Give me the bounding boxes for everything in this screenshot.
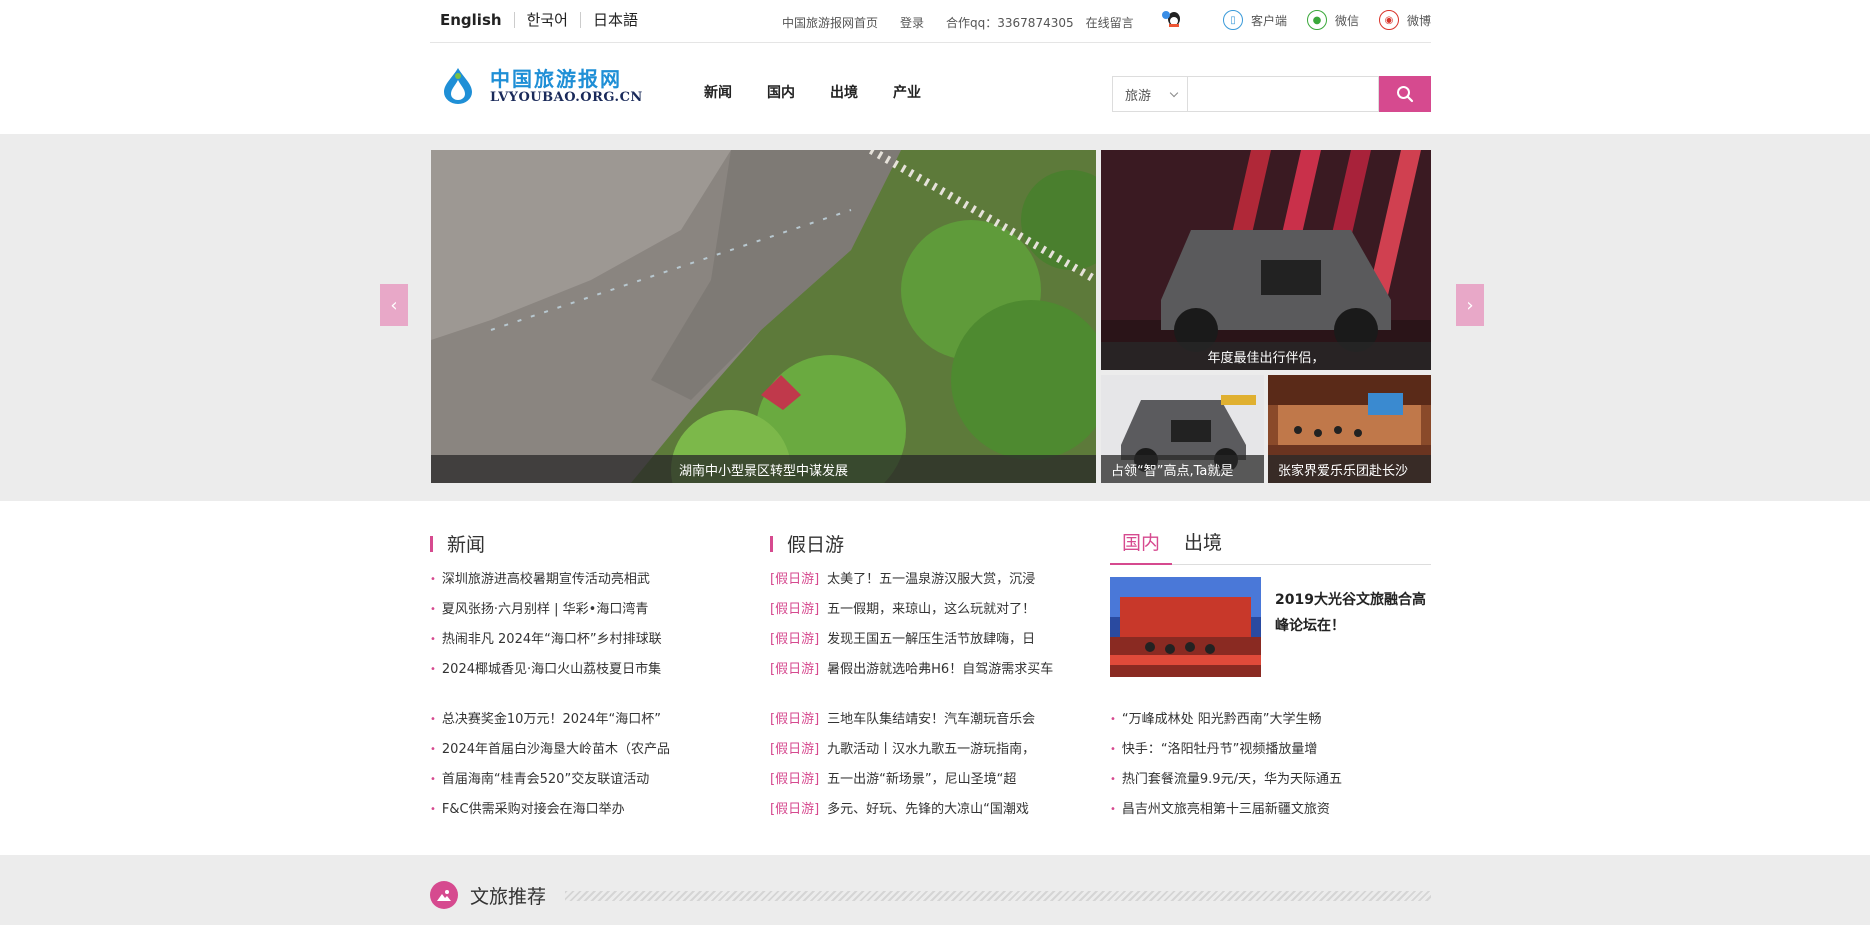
list-item[interactable]: [假日游] 五一出游“新场景”，尼山圣境“超 bbox=[770, 770, 1080, 800]
list-item[interactable]: • F&C供需采购对接会在海口举办 bbox=[430, 800, 730, 830]
list-item[interactable]: • 昌吉州文旅亮相第十三届新疆文旅资 bbox=[1110, 800, 1431, 830]
wechat-icon: ● bbox=[1306, 10, 1327, 30]
search-button[interactable] bbox=[1379, 76, 1431, 112]
hatch-divider bbox=[565, 891, 1431, 901]
holiday-title-text: 假日游 bbox=[787, 534, 845, 556]
side-slide-bottom-right-caption: 张家界爱乐乐团赴长沙 bbox=[1268, 455, 1431, 483]
list-item[interactable]: • 快手：“洛阳牡丹节”视频播放量增 bbox=[1110, 740, 1431, 770]
carousel-next-button[interactable]: › bbox=[1456, 284, 1484, 326]
list-item[interactable]: • 总决赛奖金10万元！2024年“海口杯” bbox=[430, 710, 730, 740]
list-item[interactable]: • “万峰成林处 阳光黔西南”大学生畅 bbox=[1110, 710, 1431, 740]
main-slide-caption: 湖南中小型景区转型中谋发展 bbox=[431, 455, 1096, 483]
news-list-1: • 深圳旅游进高校暑期宣传活动亮相武 • 夏风张扬·六月别样 | 华彩•海口湾青 •… bbox=[430, 570, 730, 690]
lang-korean[interactable]: 한국어 bbox=[513, 12, 580, 28]
lang-japanese[interactable]: 日本語 bbox=[579, 12, 650, 28]
online-message-link[interactable]: 在线留言 bbox=[1086, 14, 1134, 31]
news-section-title[interactable]: 新闻 bbox=[430, 530, 485, 557]
cliff-photo bbox=[431, 150, 1096, 483]
list-item[interactable]: [假日游] 多元、好玩、先锋的大凉山“国潮戏 bbox=[770, 800, 1080, 830]
tab-outbound[interactable]: 出境 bbox=[1172, 528, 1234, 565]
client-link[interactable]: ▯ 客户端 bbox=[1222, 10, 1287, 30]
news-list-2: • 总决赛奖金10万元！2024年“海口杯” • 2024年首届白沙海垦大岭苗木（农… bbox=[430, 710, 730, 830]
feature-image[interactable] bbox=[1110, 577, 1261, 677]
domestic-list: • “万峰成林处 阳光黔西南”大学生畅 • 快手：“洛阳牡丹节”视频播放量增 • 热门… bbox=[1110, 710, 1431, 830]
region-tabs: 国内 出境 bbox=[1110, 528, 1431, 565]
list-item[interactable]: [假日游] 五一假期，来琼山，这么玩就对了！ bbox=[770, 600, 1080, 630]
title-accent-bar bbox=[770, 535, 773, 552]
social-links: ▯ 客户端 ● 微信 ◉ 微博 bbox=[1161, 10, 1431, 30]
weibo-link[interactable]: ◉ 微博 bbox=[1378, 10, 1431, 30]
chevron-right-icon: › bbox=[1466, 294, 1474, 316]
recommend-section-title[interactable]: 文旅推荐 bbox=[430, 881, 546, 909]
wechat-label: 微信 bbox=[1334, 13, 1359, 28]
client-label: 客户端 bbox=[1250, 13, 1287, 28]
qq-contact[interactable]: 合作qq：3367874305 bbox=[946, 14, 1074, 31]
weibo-icon: ◉ bbox=[1378, 10, 1399, 30]
top-links: 中国旅游报网首页 登录 合作qq：3367874305 在线留言 bbox=[782, 14, 1156, 31]
logo-subtitle: LVYOUBAO.ORG.CN bbox=[490, 89, 643, 105]
phone-icon: ▯ bbox=[1222, 10, 1243, 30]
side-slide-bottom-left-caption: 占领“智”高点,Ta就是 bbox=[1101, 455, 1264, 483]
list-item[interactable]: • 深圳旅游进高校暑期宣传活动亮相武 bbox=[430, 570, 730, 600]
tab-domestic[interactable]: 国内 bbox=[1110, 528, 1173, 565]
login-link[interactable]: 登录 bbox=[900, 14, 924, 31]
list-item[interactable]: • 热门套餐流量9.9元/天，华为天际通五 bbox=[1110, 770, 1431, 800]
qq-icon[interactable] bbox=[1161, 10, 1185, 30]
home-link[interactable]: 中国旅游报网首页 bbox=[782, 14, 878, 31]
nav-industry[interactable]: 产业 bbox=[893, 82, 921, 102]
side-slide-bottom-right[interactable]: 张家界爱乐乐团赴长沙 bbox=[1268, 375, 1431, 483]
logo-drop-icon bbox=[438, 66, 478, 106]
search-icon bbox=[1397, 86, 1414, 103]
news-title-text: 新闻 bbox=[447, 534, 486, 556]
carousel-prev-button[interactable]: ‹ bbox=[380, 284, 408, 326]
image-icon bbox=[430, 881, 458, 909]
nav-outbound[interactable]: 出境 bbox=[830, 82, 858, 102]
feature-title[interactable]: 2019大光谷文旅融合高峰论坛在！ bbox=[1275, 587, 1435, 639]
chevron-left-icon: ‹ bbox=[390, 294, 398, 316]
main-slide[interactable]: 湖南中小型景区转型中谋发展 bbox=[431, 150, 1096, 483]
list-item[interactable]: [假日游] 暑假出游就选哈弗H6！自驾游需求买车 bbox=[770, 660, 1080, 690]
title-accent-bar bbox=[430, 535, 433, 552]
top-bar: English 한국어 日本語 中国旅游报网首页 登录 合作qq：3367874… bbox=[430, 0, 1431, 43]
search-input[interactable] bbox=[1188, 76, 1379, 112]
forum-photo bbox=[1110, 577, 1261, 677]
lang-english[interactable]: English bbox=[430, 12, 514, 28]
nav-domestic[interactable]: 国内 bbox=[767, 82, 795, 102]
logo-title: 中国旅游报网 bbox=[490, 66, 622, 91]
search-category-select[interactable]: 旅游 bbox=[1112, 76, 1188, 112]
site-logo[interactable]: 中国旅游报网 LVYOUBAO.ORG.CN bbox=[438, 66, 643, 106]
main-nav: 新闻 国内 出境 产业 bbox=[704, 82, 956, 102]
suv-photo bbox=[1101, 150, 1431, 370]
list-item[interactable]: • 2024年首届白沙海垦大岭苗木（农产品 bbox=[430, 740, 730, 770]
recommend-band bbox=[0, 855, 1870, 925]
site-header: 中国旅游报网 LVYOUBAO.ORG.CN 新闻 国内 出境 产业 旅游 bbox=[430, 44, 1431, 134]
list-item[interactable]: • 首届海南“桂青会520”交友联谊活动 bbox=[430, 770, 730, 800]
holiday-section-title[interactable]: 假日游 bbox=[770, 530, 844, 557]
nav-news[interactable]: 新闻 bbox=[704, 82, 732, 102]
list-item[interactable]: • 2024椰城香见·海口火山荔枝夏日市集 bbox=[430, 660, 730, 690]
side-slide-top-caption: 年度最佳出行伴侣， bbox=[1101, 342, 1431, 370]
holiday-list-1: [假日游] 太美了！五一温泉游汉服大赏，沉浸 [假日游] 五一假期，来琼山，这么玩就… bbox=[770, 570, 1080, 690]
list-item[interactable]: [假日游] 发现王国五一解压生活节放肆嗨，日 bbox=[770, 630, 1080, 660]
side-slide-top[interactable]: 年度最佳出行伴侣， bbox=[1101, 150, 1431, 370]
list-item[interactable]: • 夏风张扬·六月别样 | 华彩•海口湾青 bbox=[430, 600, 730, 630]
wechat-link[interactable]: ● 微信 bbox=[1306, 10, 1359, 30]
list-item[interactable]: [假日游] 太美了！五一温泉游汉服大赏，沉浸 bbox=[770, 570, 1080, 600]
holiday-list-2: [假日游] 三地车队集结靖安！汽车潮玩音乐会 [假日游] 九歌活动丨汉水九歌五一游玩… bbox=[770, 710, 1080, 830]
language-switcher: English 한국어 日本語 bbox=[430, 12, 650, 28]
list-item[interactable]: • 热闹非凡 2024年“海口杯”乡村排球联 bbox=[430, 630, 730, 660]
weibo-label: 微博 bbox=[1406, 13, 1431, 28]
list-item[interactable]: [假日游] 九歌活动丨汉水九歌五一游玩指南， bbox=[770, 740, 1080, 770]
side-slide-bottom-left[interactable]: 占领“智”高点,Ta就是 bbox=[1101, 375, 1264, 483]
list-item[interactable]: [假日游] 三地车队集结靖安！汽车潮玩音乐会 bbox=[770, 710, 1080, 740]
search-bar: 旅游 bbox=[1112, 76, 1431, 112]
recommend-title-text: 文旅推荐 bbox=[470, 885, 547, 908]
